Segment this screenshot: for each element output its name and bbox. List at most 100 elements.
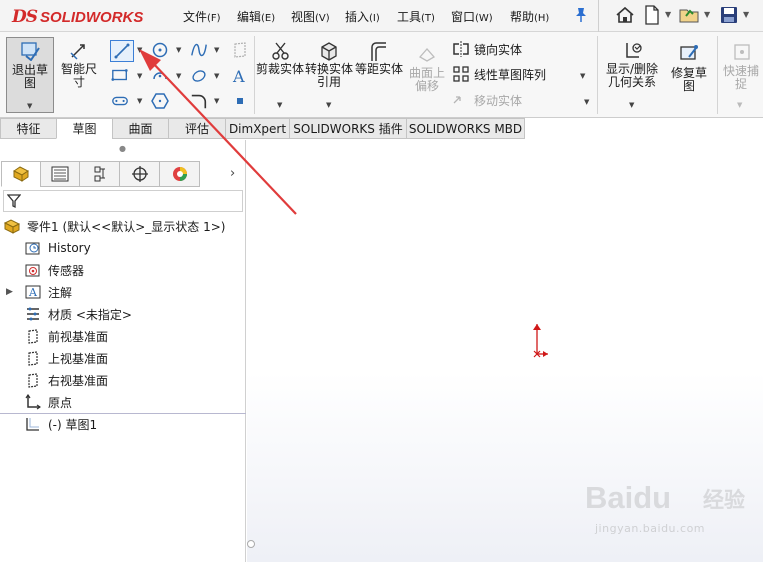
line-dropdown-icon[interactable]: ▼	[137, 46, 142, 54]
pin-icon[interactable]	[574, 7, 588, 27]
circle-dropdown-icon[interactable]: ▼	[176, 46, 181, 54]
history-icon	[24, 239, 42, 257]
offset-on-surface-icon	[418, 45, 436, 66]
rectangle-tool-icon[interactable]	[111, 66, 129, 84]
polygon-tool-icon[interactable]	[151, 92, 169, 110]
open-folder-icon[interactable]	[679, 4, 701, 26]
tab-dimxpert-manager[interactable]	[119, 161, 160, 187]
rectangle-dropdown-icon[interactable]: ▼	[137, 72, 142, 80]
smart-dimension-button[interactable]: 智能尺寸	[56, 37, 102, 113]
ribbon-separator	[254, 36, 255, 114]
trim-entities-button[interactable]: 剪裁实体 ▼	[256, 37, 305, 113]
menu-help[interactable]: 帮助(H)	[510, 8, 549, 25]
tree-item-right-plane[interactable]: 右视基准面	[24, 369, 108, 391]
convert-dropdown-icon[interactable]: ▼	[326, 101, 331, 109]
smart-dimension-label: 智能尺寸	[60, 62, 97, 89]
tree-item-front-plane[interactable]: 前视基准面	[24, 325, 108, 347]
menu-edit[interactable]: 编辑(E)	[237, 8, 275, 25]
tab-display-manager[interactable]	[159, 161, 200, 187]
home-icon[interactable]	[614, 4, 636, 26]
solidworks-logo[interactable]: DS SOLIDWORKS	[12, 6, 152, 28]
linear-pattern-button[interactable]: 线性草图阵列	[452, 64, 587, 84]
linear-pattern-dropdown-icon[interactable]: ▼	[580, 72, 585, 80]
tree-root-part[interactable]: 零件1 (默认<<默认>_显示状态 1>)	[3, 215, 225, 237]
ellipse-dropdown-icon[interactable]: ▼	[214, 72, 219, 80]
tree-item-top-plane[interactable]: 上视基准面	[24, 347, 108, 369]
offset-on-surface-button[interactable]: 曲面上偏移	[404, 37, 450, 113]
tab-dimxpert[interactable]: DimXpert	[225, 118, 290, 139]
menu-file[interactable]: 文件(F)	[183, 8, 221, 25]
tab-property-manager[interactable]	[40, 161, 80, 187]
convert-entities-button[interactable]: 转换实体引用 ▼	[305, 37, 353, 113]
fillet-tool-icon[interactable]	[190, 92, 208, 110]
fillet-dropdown-icon[interactable]: ▼	[214, 97, 219, 105]
panel-splitter-handle[interactable]: ●	[119, 144, 126, 153]
tab-evaluate[interactable]: 评估	[168, 118, 226, 139]
menu-view[interactable]: 视图(V)	[291, 8, 330, 25]
sketch-text-icon[interactable]: A	[231, 67, 249, 85]
slot-tool-icon[interactable]	[111, 92, 129, 110]
open-dropdown-icon[interactable]: ▼	[704, 10, 710, 19]
tree-item-annotations[interactable]: ▶ A 注解	[6, 281, 72, 303]
feature-manager-icon	[13, 166, 29, 182]
tree-filter-box[interactable]	[3, 190, 243, 212]
panel-scroll-handle[interactable]	[247, 540, 255, 548]
move-dropdown-icon[interactable]: ▼	[584, 98, 589, 106]
expand-arrow-icon[interactable]: ▶	[6, 287, 20, 297]
display-manager-icon	[172, 167, 187, 181]
sensor-icon	[24, 261, 42, 279]
tab-solidworks-mbd[interactable]: SOLIDWORKS MBD	[406, 118, 525, 139]
tab-features[interactable]: 特征	[0, 118, 57, 139]
exit-sketch-dropdown-icon[interactable]: ▼	[27, 102, 32, 110]
tab-surfaces[interactable]: 曲面	[112, 118, 169, 139]
origin-icon	[24, 393, 42, 411]
display-delete-relations-button[interactable]: 显示/删除几何关系 ▼	[601, 37, 663, 113]
tree-item-history[interactable]: History	[24, 237, 91, 259]
circle-tool-icon[interactable]	[151, 41, 169, 59]
tree-item-sketch1[interactable]: (-) 草图1	[24, 413, 97, 435]
tree-item-label: 注解	[48, 285, 73, 300]
new-document-icon[interactable]	[641, 4, 663, 26]
watermark-brand: Baidu	[585, 480, 672, 515]
line-tool-button[interactable]	[110, 40, 134, 62]
tree-item-label: 材质 <未指定>	[48, 307, 132, 322]
spline-dropdown-icon[interactable]: ▼	[214, 46, 219, 54]
ribbon-separator	[597, 36, 598, 114]
tab-sketch[interactable]: 草图	[56, 118, 113, 139]
ellipse-tool-icon[interactable]	[190, 67, 208, 85]
point-tool-icon[interactable]	[231, 92, 249, 110]
trim-dropdown-icon[interactable]: ▼	[277, 101, 282, 109]
menu-separator	[598, 0, 599, 32]
arc-dropdown-icon[interactable]: ▼	[176, 72, 181, 80]
save-dropdown-icon[interactable]: ▼	[743, 10, 749, 19]
spline-tool-icon[interactable]	[190, 41, 208, 59]
repair-sketch-button[interactable]: 修复草图	[666, 37, 712, 113]
offset-on-surface-label: 曲面上偏移	[408, 66, 445, 93]
rapid-snaps-dropdown-icon[interactable]: ▼	[737, 101, 742, 109]
move-entities-icon	[452, 93, 474, 107]
tab-configuration-manager[interactable]	[79, 161, 120, 187]
menu-window[interactable]: 窗口(W)	[451, 8, 493, 25]
menu-tools[interactable]: 工具(T)	[397, 8, 435, 25]
trim-entities-label: 剪裁实体	[256, 62, 305, 76]
move-entities-button[interactable]: 移动实体	[452, 90, 582, 110]
slot-dropdown-icon[interactable]: ▼	[137, 97, 142, 105]
tree-item-sensors[interactable]: 传感器	[24, 259, 84, 281]
tree-item-origin[interactable]: 原点	[24, 391, 72, 413]
mirror-entities-button[interactable]: 镜向实体	[452, 39, 582, 59]
arc-tool-icon[interactable]	[151, 67, 169, 85]
save-icon[interactable]	[718, 4, 740, 26]
panel-expand-arrow-icon[interactable]: ›	[230, 166, 235, 181]
tab-feature-manager[interactable]	[1, 161, 41, 187]
rapid-snaps-button[interactable]: 快速捕捉 ▼	[720, 37, 762, 113]
menu-insert[interactable]: 插入(I)	[345, 8, 380, 25]
relations-dropdown-icon[interactable]: ▼	[629, 101, 634, 109]
offset-entities-button[interactable]: 等距实体	[355, 37, 403, 113]
tree-item-material[interactable]: 材质 <未指定>	[24, 303, 132, 325]
new-dropdown-icon[interactable]: ▼	[665, 10, 671, 19]
move-entities-label: 移动实体	[474, 93, 523, 108]
watermark: Baidu 经验 jingyan.baidu.com	[585, 478, 755, 548]
tab-solidworks-addins[interactable]: SOLIDWORKS 插件	[289, 118, 407, 139]
exit-sketch-button[interactable]: 退出草图 ▼	[6, 37, 54, 113]
property-manager-icon	[51, 166, 69, 182]
